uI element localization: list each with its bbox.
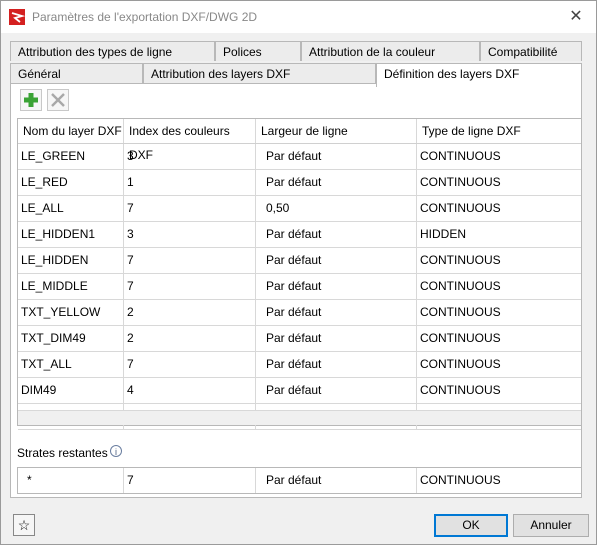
line-type-cell[interactable]: CONTINUOUS — [417, 274, 581, 299]
name-cell[interactable]: LE_MIDDLE — [18, 274, 124, 299]
table-row[interactable]: TXT_DIM49 2 Par défaut CONTINUOUS — [18, 326, 581, 352]
tab-panel: Nom du layer DXF Index des couleurs DXF … — [10, 83, 582, 498]
color-index-cell[interactable]: 3 — [124, 144, 256, 169]
dialog-window: Paramètres de l'exportation DXF/DWG 2D ✕… — [0, 0, 597, 545]
name-cell[interactable]: TXT_ALL — [18, 352, 124, 377]
line-type-cell[interactable]: CONTINUOUS — [417, 248, 581, 273]
line-width-cell[interactable]: Par défaut — [256, 300, 417, 325]
line-width-cell[interactable]: Par défaut — [256, 248, 417, 273]
line-type-cell[interactable]: CONTINUOUS — [417, 352, 581, 377]
color-index-cell[interactable]: 3 — [124, 222, 256, 247]
table-row[interactable]: TXT_ALL 7 Par défaut CONTINUOUS — [18, 352, 581, 378]
table-row[interactable]: TXT_YELLOW 2 Par défaut CONTINUOUS — [18, 300, 581, 326]
line-type-cell[interactable]: CONTINUOUS — [417, 196, 581, 221]
column-header-line-type[interactable]: Type de ligne DXF — [417, 119, 581, 143]
remaining-name-cell[interactable]: * — [18, 468, 124, 493]
tab-layer-assignment[interactable]: Attribution des layers DXF — [143, 63, 376, 83]
name-cell[interactable]: LE_HIDDEN1 — [18, 222, 124, 247]
color-index-cell[interactable]: 1 — [124, 170, 256, 195]
name-cell[interactable]: DIM49 — [18, 378, 124, 403]
line-type-cell[interactable]: CONTINUOUS — [417, 300, 581, 325]
line-width-cell[interactable]: Par défaut — [256, 222, 417, 247]
line-width-cell[interactable]: Par défaut — [256, 352, 417, 377]
ok-button[interactable]: OK — [434, 514, 508, 537]
tab-layer-definition[interactable]: Définition des layers DXF — [376, 63, 582, 87]
tab-line-types[interactable]: Attribution des types de ligne — [10, 41, 215, 61]
title-bar: Paramètres de l'exportation DXF/DWG 2D ✕ — [1, 1, 596, 33]
tab-color-assignment[interactable]: Attribution de la couleur — [301, 41, 480, 61]
color-index-cell[interactable]: 7 — [124, 196, 256, 221]
table-row[interactable]: LE_RED 1 Par défaut CONTINUOUS — [18, 170, 581, 196]
close-icon[interactable]: ✕ — [562, 5, 590, 29]
column-header-color-index[interactable]: Index des couleurs DXF — [124, 119, 256, 162]
favorite-star-button[interactable]: ☆ — [13, 514, 35, 536]
line-type-cell[interactable]: CONTINUOUS — [417, 170, 581, 195]
line-width-cell[interactable]: Par défaut — [256, 378, 417, 403]
color-index-cell[interactable]: 2 — [124, 300, 256, 325]
window-title: Paramètres de l'exportation DXF/DWG 2D — [32, 10, 258, 24]
column-header-line-width[interactable]: Largeur de ligne — [256, 119, 417, 143]
tab-fonts[interactable]: Polices — [215, 41, 301, 61]
color-index-cell[interactable]: 7 — [124, 274, 256, 299]
line-type-cell[interactable]: CONTINUOUS — [417, 144, 581, 169]
star-icon: ☆ — [17, 517, 31, 533]
line-type-cell[interactable]: HIDDEN — [417, 222, 581, 247]
name-cell[interactable]: LE_HIDDEN — [18, 248, 124, 273]
column-header-name[interactable]: Nom du layer DXF — [18, 119, 124, 143]
name-cell[interactable]: LE_GREEN — [18, 144, 124, 169]
remaining-type-cell[interactable]: CONTINUOUS — [417, 468, 581, 493]
remaining-width-cell[interactable]: Par défaut — [256, 468, 417, 493]
table-row[interactable]: LE_GREEN 3 Par défaut CONTINUOUS — [18, 144, 581, 170]
color-index-cell[interactable]: 7 — [124, 352, 256, 377]
line-type-cell[interactable]: CONTINUOUS — [417, 378, 581, 403]
remaining-layers-label: Strates restantes — [17, 446, 108, 460]
table-row[interactable]: LE_HIDDEN 7 Par défaut CONTINUOUS — [18, 248, 581, 274]
horizontal-scrollbar[interactable] — [18, 410, 581, 425]
line-width-cell[interactable]: Par défaut — [256, 326, 417, 351]
color-index-cell[interactable]: 7 — [124, 248, 256, 273]
name-cell[interactable]: TXT_DIM49 — [18, 326, 124, 351]
line-width-cell[interactable]: Par défaut — [256, 274, 417, 299]
x-icon — [51, 93, 65, 107]
table-row[interactable]: LE_HIDDEN1 3 Par défaut HIDDEN — [18, 222, 581, 248]
plus-icon — [24, 93, 38, 107]
color-index-cell[interactable]: 4 — [124, 378, 256, 403]
line-type-cell[interactable]: CONTINUOUS — [417, 326, 581, 351]
tab-compatibility[interactable]: Compatibilité — [480, 41, 582, 61]
tab-general[interactable]: Général — [10, 63, 143, 83]
app-logo-icon — [9, 9, 26, 25]
name-cell[interactable]: LE_RED — [18, 170, 124, 195]
table-row[interactable]: LE_MIDDLE 7 Par défaut CONTINUOUS — [18, 274, 581, 300]
add-layer-button[interactable] — [20, 89, 42, 111]
remaining-color-cell[interactable]: 7 — [124, 468, 256, 493]
info-icon[interactable]: i — [110, 445, 122, 457]
delete-layer-button[interactable] — [47, 89, 69, 111]
table-row[interactable]: LE_ALL 7 0,50 CONTINUOUS — [18, 196, 581, 222]
layer-table: Nom du layer DXF Index des couleurs DXF … — [17, 118, 582, 430]
cancel-button[interactable]: Annuler — [513, 514, 589, 537]
name-cell[interactable]: TXT_YELLOW — [18, 300, 124, 325]
name-cell[interactable]: LE_ALL — [18, 196, 124, 221]
line-width-cell[interactable]: Par défaut — [256, 144, 417, 169]
remaining-layers-row[interactable]: * 7 Par défaut CONTINUOUS — [17, 467, 582, 494]
table-header: Nom du layer DXF Index des couleurs DXF … — [18, 119, 581, 162]
color-index-cell[interactable]: 2 — [124, 326, 256, 351]
table-row[interactable]: DIM49 4 Par défaut CONTINUOUS — [18, 378, 581, 404]
line-width-cell[interactable]: 0,50 — [256, 196, 417, 221]
line-width-cell[interactable]: Par défaut — [256, 170, 417, 195]
